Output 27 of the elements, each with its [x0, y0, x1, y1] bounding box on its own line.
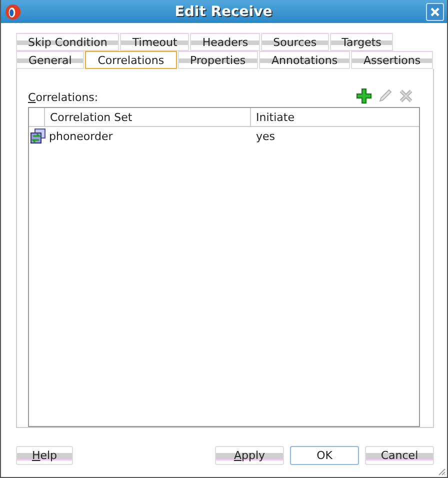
tab[interactable]: Sources — [261, 33, 329, 51]
tab[interactable]: Headers — [190, 33, 260, 51]
tab[interactable]: General — [16, 51, 84, 69]
tab[interactable]: Timeout — [120, 33, 190, 51]
table-cell-text: yes — [256, 130, 276, 142]
close-button[interactable] — [426, 2, 444, 20]
add-button[interactable] — [355, 87, 373, 105]
close-icon — [430, 6, 440, 16]
dialog-button[interactable]: Cancel — [365, 446, 434, 465]
table-row[interactable]: phoneorder yes — [29, 127, 419, 145]
tab[interactable]: Targets — [330, 33, 394, 51]
tab[interactable]: Properties — [178, 51, 258, 69]
dialog-button[interactable]: Apply — [215, 446, 284, 465]
column-header[interactable]: Correlation Set — [45, 108, 251, 126]
column-header[interactable]: Initiate — [251, 108, 419, 126]
dialog-button[interactable]: OK — [290, 446, 359, 465]
tab[interactable]: Correlations — [85, 51, 177, 69]
table-cell-text: phoneorder — [49, 130, 114, 142]
window-title: Edit Receive — [174, 4, 274, 20]
correlation-set-icon — [30, 128, 46, 144]
tab[interactable]: Skip Condition — [16, 33, 120, 51]
correlations-label: Correlations: — [28, 91, 98, 105]
dialog-button[interactable]: Help — [16, 446, 73, 465]
resize-grip-icon[interactable] — [438, 468, 446, 476]
tab[interactable]: Annotations — [259, 51, 350, 69]
tab[interactable]: Assertions — [351, 51, 434, 69]
app-logo-icon — [5, 4, 21, 20]
